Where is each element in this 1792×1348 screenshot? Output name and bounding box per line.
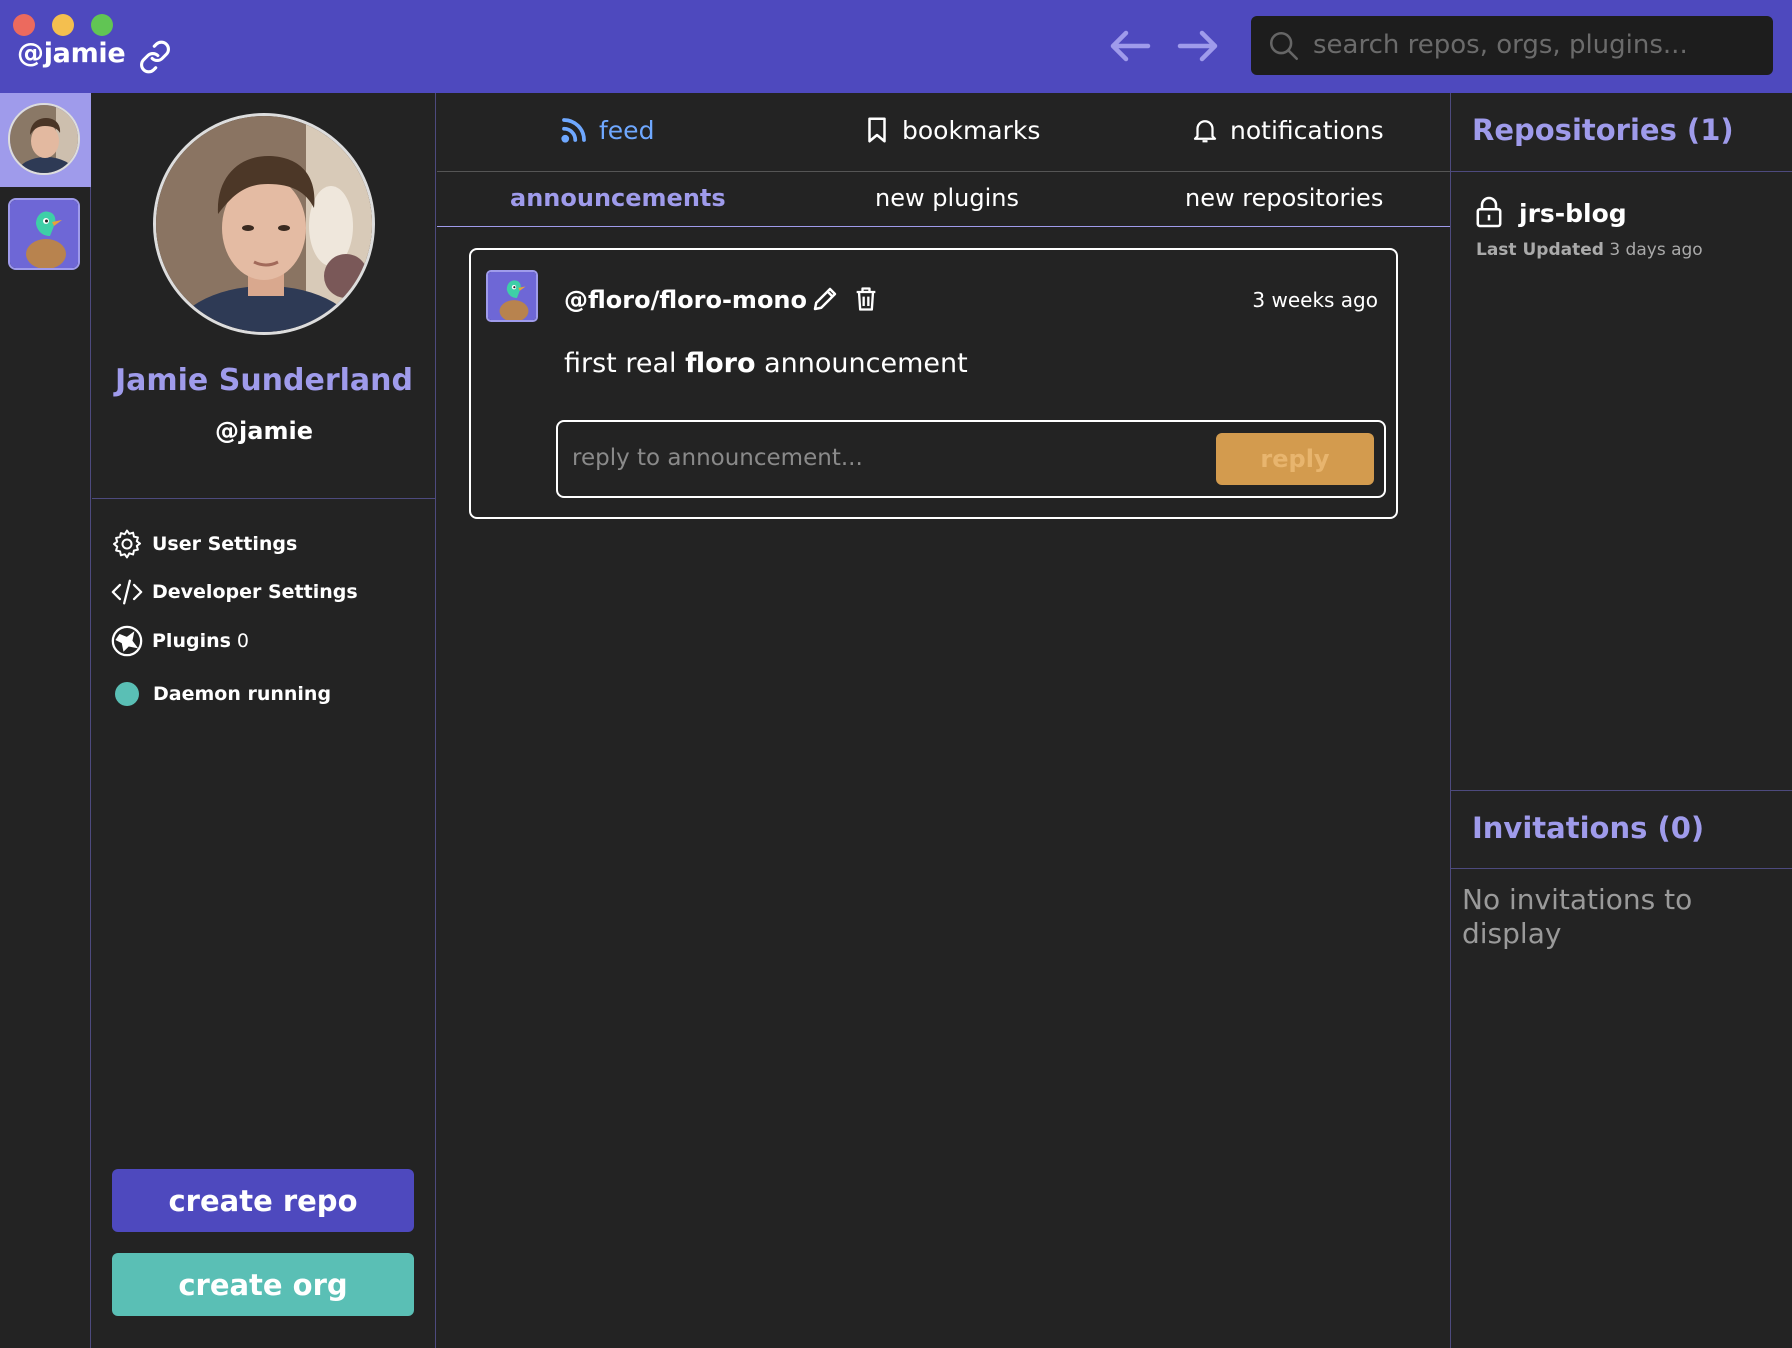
close-window-button[interactable]: [13, 14, 35, 36]
trash-icon[interactable]: [852, 284, 880, 314]
announcement-org-avatar[interactable]: [486, 270, 538, 322]
menu-label-plugins: Plugins: [152, 630, 231, 652]
maximize-window-button[interactable]: [91, 14, 113, 36]
plugins-count: 0: [236, 630, 250, 652]
menu-item-user-settings[interactable]: User Settings: [110, 526, 297, 562]
pencil-icon[interactable]: [810, 284, 840, 314]
back-arrow-icon[interactable]: [1108, 26, 1152, 66]
repositories-header: Repositories (1): [1451, 93, 1792, 172]
profile-full-name: Jamie Sunderland: [114, 363, 414, 398]
feed-subtabs: announcements new plugins new repositori…: [437, 172, 1450, 227]
menu-item-developer-settings[interactable]: Developer Settings: [110, 574, 358, 610]
message-prefix: first real: [564, 348, 686, 379]
profile-header: Jamie Sunderland @jamie: [92, 93, 435, 499]
menu-label-user-settings: User Settings: [152, 533, 298, 555]
menu-item-daemon-status: Daemon running: [110, 676, 331, 712]
announcement-timestamp: 3 weeks ago: [1252, 288, 1378, 312]
feed-tabs: feed bookmarks notifications: [437, 93, 1450, 172]
repo-name[interactable]: jrs-blog: [1519, 199, 1627, 228]
right-panel: Repositories (1) jrs-blog Last Updated 3…: [1450, 93, 1792, 1348]
invitations-header: Invitations (0): [1451, 791, 1792, 869]
repo-updated-label: Last Updated: [1476, 240, 1604, 260]
title-bar: @jamie: [0, 0, 1792, 93]
current-user-handle: @jamie: [17, 38, 126, 69]
tab-notifications-label: notifications: [1230, 115, 1384, 145]
gear-icon: [112, 529, 142, 559]
message-suffix: announcement: [755, 348, 968, 379]
repositories-title: Repositories (1): [1472, 113, 1734, 147]
bell-icon: [1193, 120, 1217, 143]
profile-panel: Jamie Sunderland @jamie User Settings De…: [92, 93, 436, 1348]
repo-updated-value: 3 days ago: [1609, 240, 1703, 260]
profile-username: @jamie: [215, 417, 313, 445]
rss-icon: [561, 118, 586, 143]
announcement-card: @floro/floro-mono 3 weeks ago first real…: [469, 248, 1398, 519]
feed-panel: feed bookmarks notifications announcemen…: [437, 93, 1450, 1348]
org-avatar[interactable]: [8, 198, 80, 270]
plugin-icon: [111, 625, 143, 657]
menu-label-developer-settings: Developer Settings: [152, 581, 358, 603]
announcement-repo-link[interactable]: @floro/floro-mono: [564, 286, 807, 314]
invitations-empty-text: No invitations to display: [1462, 883, 1693, 950]
invitations-section: Invitations (0) No invitations to displa…: [1451, 790, 1792, 950]
invitations-title: Invitations (0): [1472, 811, 1705, 845]
announcement-message: first real floro announcement: [564, 348, 968, 379]
tab-bookmarks[interactable]: bookmarks: [862, 115, 1040, 145]
repo-last-updated: Last Updated 3 days ago: [1476, 240, 1703, 260]
menu-item-plugins[interactable]: Plugins 0: [110, 623, 249, 659]
user-avatar[interactable]: [8, 103, 80, 175]
profile-photo: [153, 113, 375, 335]
subtab-announcements[interactable]: announcements: [510, 184, 726, 212]
minimize-window-button[interactable]: [52, 14, 74, 36]
link-icon[interactable]: [138, 40, 172, 74]
reply-input[interactable]: [572, 436, 1222, 480]
reply-box: reply: [556, 420, 1386, 498]
lock-icon: [1476, 196, 1502, 228]
tab-bookmarks-label: bookmarks: [902, 115, 1041, 145]
tab-feed-label: feed: [599, 115, 655, 145]
menu-label-daemon: Daemon running: [153, 683, 332, 705]
tab-notifications[interactable]: notifications: [1190, 115, 1384, 145]
create-org-button[interactable]: create org: [112, 1253, 414, 1316]
create-repo-button[interactable]: create repo: [112, 1169, 414, 1232]
tab-feed[interactable]: feed: [559, 115, 654, 145]
search-input[interactable]: [1313, 25, 1753, 65]
account-rail: [0, 93, 91, 1348]
forward-arrow-icon[interactable]: [1176, 26, 1220, 66]
search-bar[interactable]: [1251, 16, 1773, 75]
subtab-new-repositories[interactable]: new repositories: [1185, 184, 1383, 212]
code-icon: [111, 579, 143, 605]
message-bold: floro: [685, 348, 756, 379]
bookmark-icon: [868, 117, 886, 143]
subtab-new-plugins[interactable]: new plugins: [875, 184, 1019, 212]
search-icon: [1269, 31, 1299, 61]
daemon-status-dot: [115, 682, 139, 706]
reply-button[interactable]: reply: [1216, 433, 1374, 485]
